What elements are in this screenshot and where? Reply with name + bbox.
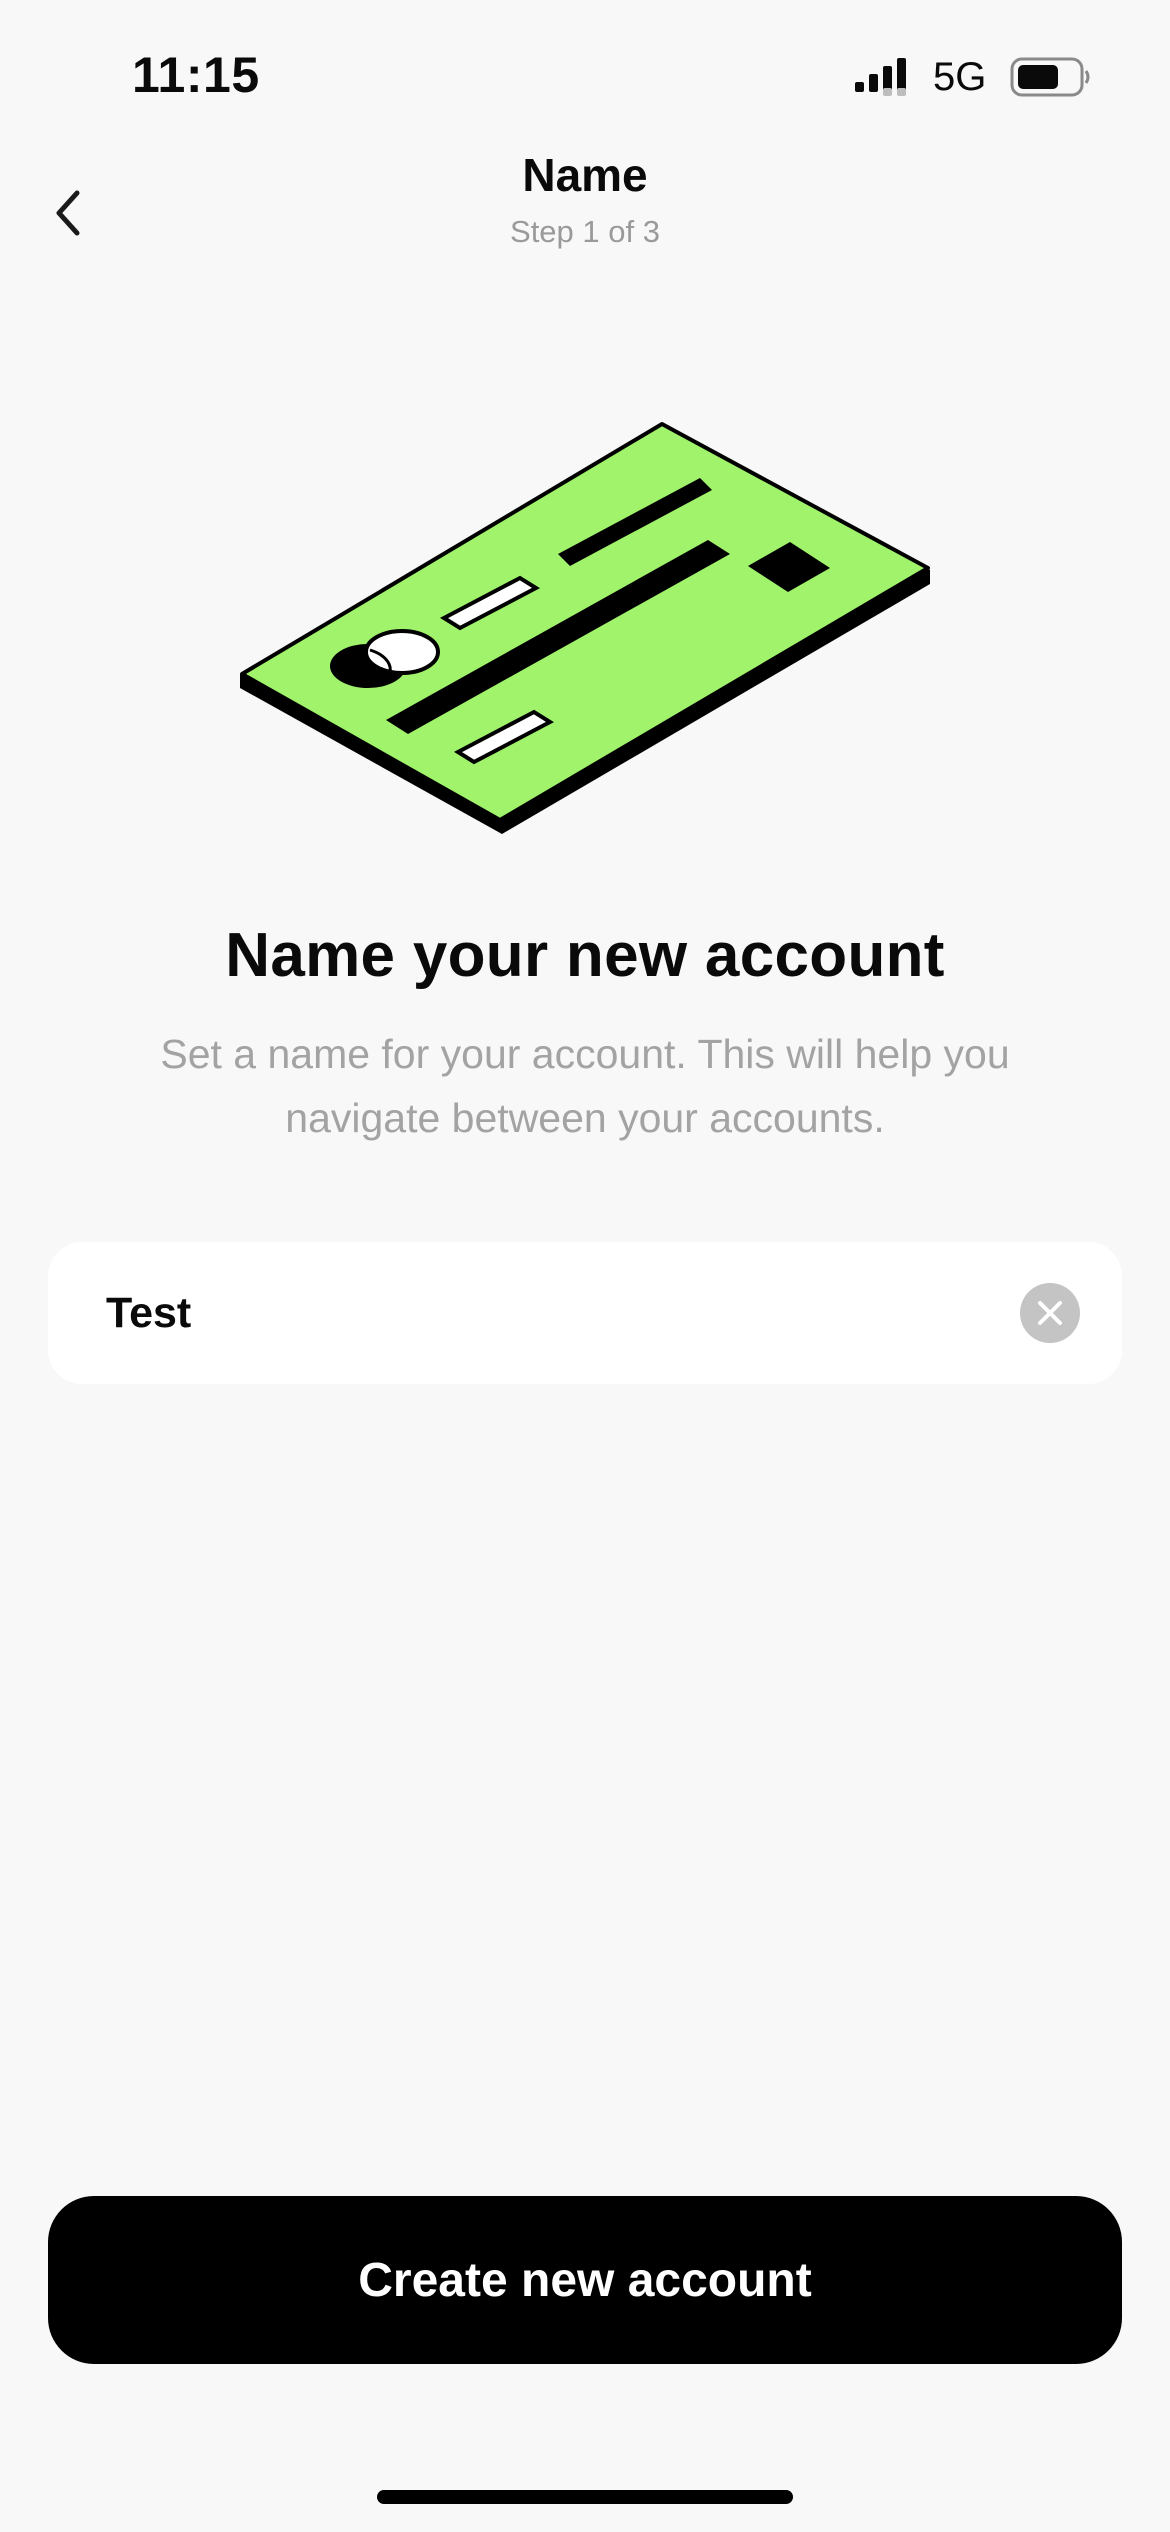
credit-card-illustration [240, 422, 930, 834]
create-account-button[interactable]: Create new account [48, 2196, 1122, 2364]
create-account-screen: 11:15 5G Name Step 1 of 3 Name your new … [0, 0, 1170, 2532]
screen-description: Set a name for your account. This will h… [160, 1031, 1010, 1141]
signal-bars-icon [855, 58, 906, 96]
close-icon [1038, 1301, 1062, 1325]
home-indicator[interactable] [377, 2490, 793, 2504]
account-name-input[interactable] [106, 1242, 1006, 1384]
screen-heading: Name your new account [225, 921, 945, 990]
battery-icon [1010, 57, 1090, 97]
clear-input-button[interactable] [1020, 1283, 1080, 1343]
step-indicator: Step 1 of 3 [510, 214, 660, 249]
status-bar: 11:15 5G [0, 0, 1170, 150]
nav-header: Name Step 1 of 3 [0, 140, 1170, 270]
network-label: 5G [933, 55, 987, 99]
status-time: 11:15 [132, 47, 260, 103]
page-title: Name [522, 149, 648, 201]
account-name-field[interactable] [48, 1242, 1122, 1384]
